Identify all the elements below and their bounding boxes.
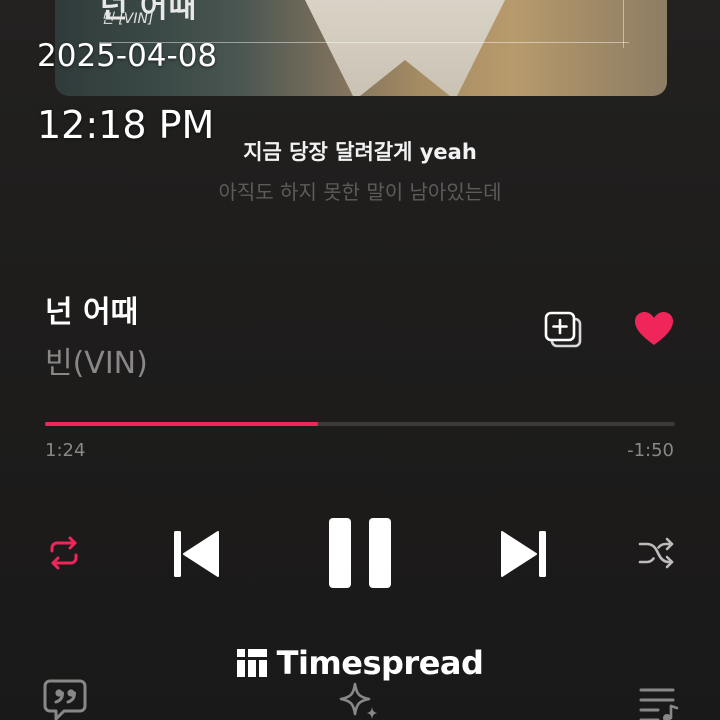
previous-track-button[interactable] [170, 528, 222, 580]
sparkle-icon [339, 682, 378, 719]
pause-button[interactable] [326, 515, 396, 591]
timespread-logo-icon [236, 649, 267, 677]
recommendation-button[interactable] [335, 680, 385, 720]
repeat-icon [50, 536, 78, 570]
overlay-date: 2025-04-08 [37, 38, 218, 74]
music-player-screen: 넌 어때 빈 [VIN] 2025-04-08 12:18 PM 지금 당장 달… [0, 0, 720, 720]
lyric-current-line[interactable]: 지금 당장 달려갈게 yeah [0, 136, 720, 166]
like-button[interactable] [634, 311, 674, 347]
song-artist[interactable]: 빈(VIN) [45, 338, 148, 382]
playlist-queue-button[interactable] [638, 684, 682, 720]
remaining-time: -1:50 [627, 440, 674, 461]
repeat-button[interactable] [44, 533, 84, 573]
lyric-next-line[interactable]: 아직도 하지 못한 말이 남아있는데 [0, 176, 720, 205]
add-to-playlist-button[interactable] [543, 311, 585, 349]
progress-bar[interactable] [45, 422, 675, 426]
watermark-text: Timespread [276, 644, 484, 682]
shuffle-button[interactable] [636, 533, 676, 573]
album-art-frame-line [623, 0, 624, 48]
timespread-watermark: Timespread [0, 644, 720, 682]
elapsed-time: 1:24 [45, 440, 86, 461]
album-art-shirt-collar [305, 0, 505, 96]
shuffle-icon [638, 537, 674, 569]
pause-icon [329, 518, 391, 588]
album-art-artist: 빈 [VIN] [101, 11, 154, 27]
next-track-button[interactable] [498, 528, 550, 580]
playlist-queue-icon [639, 688, 679, 720]
heart-icon [635, 312, 673, 345]
skip-next-icon [501, 531, 546, 577]
progress-bar-fill [45, 422, 318, 426]
add-to-playlist-icon [544, 311, 582, 348]
lyrics-button[interactable] [42, 678, 88, 720]
skip-previous-icon [174, 531, 219, 577]
song-title: 넌 어때 [45, 295, 139, 330]
lyrics-quote-icon [43, 679, 87, 720]
